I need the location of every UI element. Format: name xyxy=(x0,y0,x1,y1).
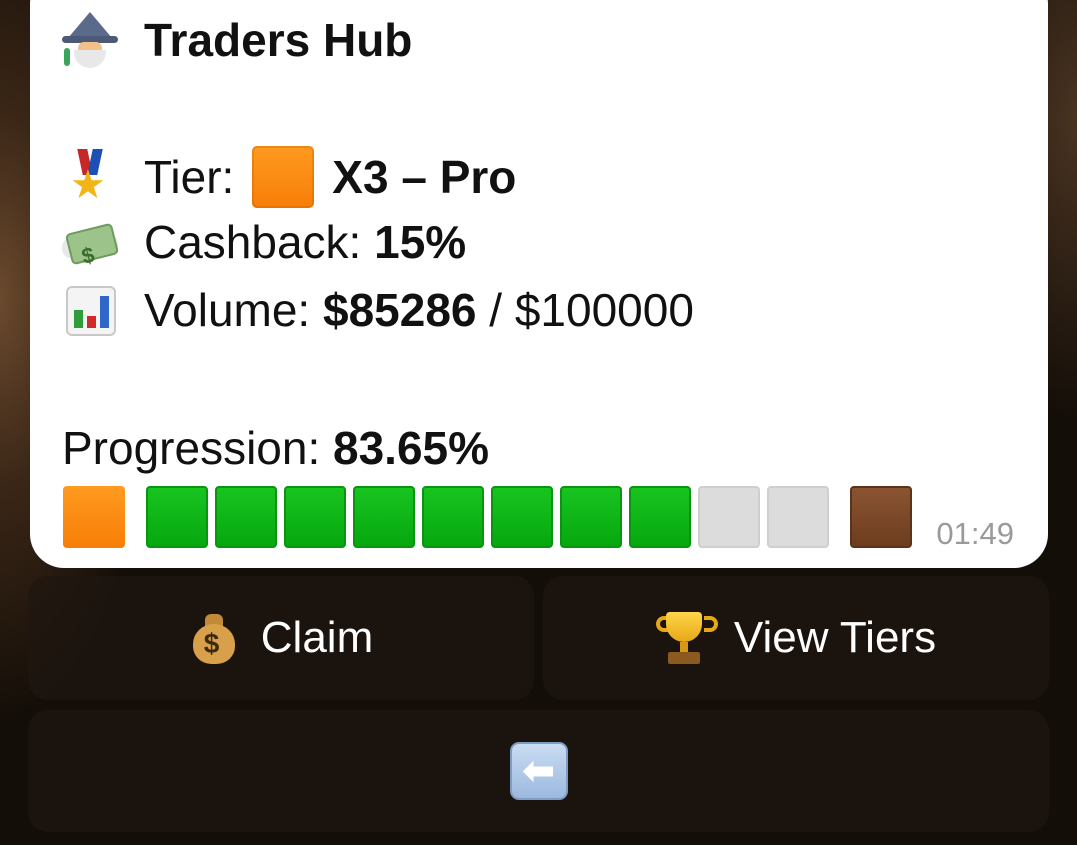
cashback-value: 15% xyxy=(374,216,467,268)
left-arrow-icon: ⬅ xyxy=(509,742,568,800)
progression-label: Progression: xyxy=(62,422,321,474)
progress-segment-filled xyxy=(629,486,691,548)
cashback-line: $ Cashback: 15% xyxy=(62,214,466,270)
message-time: 01:49 xyxy=(936,516,1014,551)
progress-segment-empty xyxy=(767,486,829,548)
volume-current: $85286 xyxy=(323,284,477,336)
volume-label: Volume: xyxy=(144,284,311,336)
view-tiers-button[interactable]: View Tiers xyxy=(543,576,1049,700)
tier-value: X3 – Pro xyxy=(332,151,517,203)
money-with-wings-icon: $ xyxy=(62,214,120,270)
cashback-label: Cashback: xyxy=(144,216,362,268)
mage-icon xyxy=(62,12,118,68)
tier-line: ★ Tier: X3 – Pro xyxy=(62,146,516,208)
bar-chart-icon xyxy=(62,282,118,338)
tier-label: Tier: xyxy=(144,151,235,203)
tier-badge-square xyxy=(252,146,315,208)
back-button[interactable]: ⬅ xyxy=(28,710,1049,832)
progression-value: 83.65% xyxy=(333,422,490,474)
progress-segment-filled xyxy=(560,486,622,548)
progress-segment-empty xyxy=(698,486,760,548)
trophy-icon xyxy=(655,610,718,666)
volume-target: $100000 xyxy=(514,284,694,336)
message-title-line: Traders Hub xyxy=(62,12,412,68)
progress-segment-filled xyxy=(353,486,415,548)
message-title: Traders Hub xyxy=(144,14,413,66)
claim-button-label: Claim xyxy=(260,613,374,662)
progress-segment-filled xyxy=(215,486,277,548)
volume-line: Volume: $85286 / $100000 xyxy=(62,282,694,338)
progression-line: Progression: 83.65% xyxy=(62,420,489,476)
view-tiers-button-label: View Tiers xyxy=(733,613,937,662)
progress-segment-filled xyxy=(284,486,346,548)
progress-segment-filled xyxy=(422,486,484,548)
military-medal-icon: ★ xyxy=(62,149,118,205)
current-tier-square xyxy=(63,486,125,548)
next-tier-square xyxy=(850,486,912,548)
claim-button[interactable]: $ Claim xyxy=(28,576,534,700)
progress-segment-filled xyxy=(146,486,208,548)
money-bag-icon: $ xyxy=(189,610,239,666)
message-bubble: Traders Hub ★ Tier: X3 – Pro $ Cashback:… xyxy=(30,0,1048,568)
progress-segment-filled xyxy=(491,486,553,548)
volume-separator: / xyxy=(489,284,503,336)
